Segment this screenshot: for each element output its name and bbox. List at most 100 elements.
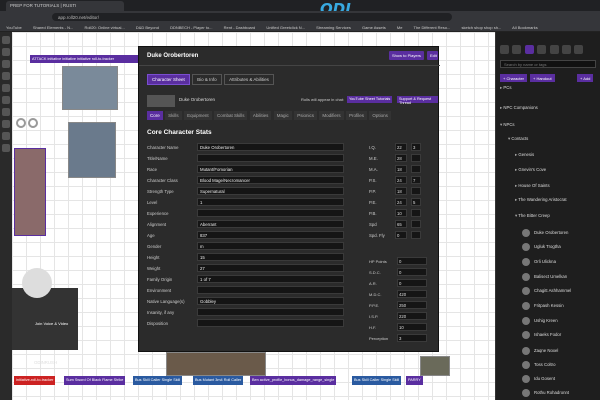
derived-value[interactable]: 0: [397, 268, 427, 276]
journal-folder[interactable]: Contacts: [508, 136, 600, 145]
field-input[interactable]: [197, 154, 344, 162]
derived-value[interactable]: 250: [397, 301, 427, 309]
bookmark[interactable]: Shared Elements - N...: [33, 25, 73, 30]
player-avatar-panel[interactable]: [12, 288, 78, 350]
attribute-mod[interactable]: 5: [411, 198, 421, 206]
tab-bio-info[interactable]: Bio & Info: [192, 74, 222, 85]
map-token[interactable]: [166, 352, 266, 376]
bookmark[interactable]: All Bookmarks: [512, 25, 538, 30]
show-to-players-button[interactable]: Show to Players: [389, 51, 424, 60]
bookmark[interactable]: Rent - Dashboard: [224, 25, 256, 30]
map-token[interactable]: [68, 122, 116, 178]
browser-tab[interactable]: PREP FOR TUTORIALS | RUSTI: [6, 1, 124, 11]
journal-folder[interactable]: The Wandering Aristocrat: [515, 197, 600, 206]
attribute-value[interactable]: 28: [395, 154, 407, 162]
journal-character[interactable]: Chagitt Ashhammel: [522, 287, 600, 296]
attribute-mod[interactable]: [411, 209, 421, 217]
macro-button[interactable]: Bus Mutant 3m4 Roll Caller: [193, 376, 244, 385]
journal-folder[interactable]: House Of Saints: [515, 183, 600, 192]
macro-button[interactable]: PARRY: [406, 376, 423, 385]
map-token[interactable]: [14, 148, 46, 236]
art-icon[interactable]: [512, 45, 522, 54]
field-input[interactable]: 837: [197, 231, 344, 239]
map-token[interactable]: [420, 356, 450, 376]
journal-character[interactable]: Fritpash Kessin: [522, 302, 600, 311]
macro-button[interactable]: Bus Skill Caller Single Skill: [352, 376, 402, 385]
journal-character[interactable]: Ushig Kreen: [522, 317, 600, 326]
bookmark[interactable]: Streaming Services: [316, 25, 351, 30]
compendium-icon[interactable]: [537, 45, 547, 54]
bookmark[interactable]: Unified Greetclick N...: [266, 25, 305, 30]
subtab-equipment[interactable]: Equipment: [184, 111, 212, 120]
subtab-options[interactable]: Options: [369, 111, 391, 120]
derived-value[interactable]: 420: [397, 290, 427, 298]
derived-value[interactable]: 0: [397, 257, 427, 265]
journal-folder[interactable]: NPCs: [500, 122, 596, 131]
field-select[interactable]: Aberrant: [197, 220, 344, 228]
journal-character[interactable]: Rothu Rohadronnt: [522, 389, 600, 398]
journal-character[interactable]: Duke Orobertoren: [522, 229, 600, 238]
attribute-mod[interactable]: [411, 154, 421, 162]
edit-button[interactable]: Edit: [427, 51, 438, 60]
derived-value[interactable]: 3: [397, 334, 427, 342]
tab-attributes[interactable]: Attributes & Abilities: [224, 74, 274, 85]
light-tool-icon[interactable]: [2, 132, 10, 140]
journal-character[interactable]: Toss Coltro: [522, 361, 600, 370]
macro-button[interactable]: Bus Skill Caller Single Skill: [133, 376, 183, 385]
collection-icon[interactable]: [561, 45, 571, 54]
field-input[interactable]: Duke Orobertoren: [197, 143, 344, 151]
field-input[interactable]: m: [197, 242, 344, 250]
attribute-mod[interactable]: [411, 220, 421, 228]
journal-folder[interactable]: Gnevin's Cove: [515, 167, 600, 176]
dice-tool-icon[interactable]: [2, 108, 10, 116]
add-folder-button[interactable]: + Add: [577, 74, 594, 82]
subtab-magic[interactable]: Magic: [273, 111, 292, 120]
journal-character[interactable]: Ishaeks Fodor: [522, 331, 600, 340]
token-action-bar[interactable]: ATTACK initiative initiative initiative …: [30, 55, 138, 63]
attribute-value[interactable]: 24: [395, 198, 407, 206]
map-token[interactable]: [62, 66, 118, 110]
bookmark[interactable]: D&D Beyond: [136, 25, 159, 30]
ruler-tool-icon[interactable]: [2, 84, 10, 92]
journal-character[interactable]: Orli Ulickna: [522, 258, 600, 267]
field-input[interactable]: [197, 308, 344, 316]
add-character-button[interactable]: + Character: [500, 74, 528, 82]
attribute-value[interactable]: 65: [395, 220, 407, 228]
attribute-mod[interactable]: [411, 165, 421, 173]
field-input[interactable]: 1 of 7: [197, 275, 344, 283]
attribute-value[interactable]: 24: [395, 176, 407, 184]
journal-character[interactable]: Zaqne Noxel: [522, 347, 600, 356]
bookmark[interactable]: The Different Reso...: [414, 25, 451, 30]
support-thread-button[interactable]: Support & Request Thread: [397, 96, 438, 105]
field-input[interactable]: Mutant/Fomorian: [197, 165, 344, 173]
layers-tool-icon[interactable]: [2, 120, 10, 128]
bookmark[interactable]: Roll20: Online virtual...: [84, 25, 124, 30]
macro-button[interactable]: Sum Sword Of Black Flame Strike: [64, 376, 126, 385]
subtab-combat-skills[interactable]: Combat Skills: [213, 111, 248, 120]
attribute-value[interactable]: 18: [395, 187, 407, 195]
attribute-value[interactable]: 0: [395, 231, 407, 239]
subtab-modifiers[interactable]: Modifiers: [319, 111, 344, 120]
attribute-mod[interactable]: 3: [411, 143, 421, 151]
derived-value[interactable]: 0: [397, 279, 427, 287]
youtube-tutorials-button[interactable]: YouTube Sheet Tutorials: [347, 96, 393, 103]
field-input[interactable]: [197, 209, 344, 217]
subtab-skills[interactable]: Skills: [165, 111, 182, 120]
attribute-mod[interactable]: [411, 231, 421, 239]
tab-character-sheet[interactable]: Character Sheet: [147, 74, 190, 85]
subtab-abilities[interactable]: Abilities: [249, 111, 272, 120]
pan-tool-icon[interactable]: [2, 48, 10, 56]
journal-icon[interactable]: [524, 45, 534, 54]
subtab-core[interactable]: Core: [147, 111, 163, 120]
journal-character[interactable]: Ugluk Trogtha: [522, 243, 600, 252]
join-voice-video[interactable]: Join Voice & Video: [35, 321, 68, 326]
draw-tool-icon[interactable]: [2, 60, 10, 68]
derived-value[interactable]: 220: [397, 312, 427, 320]
journal-search-input[interactable]: Search by name or tags: [500, 60, 596, 68]
field-input[interactable]: Blood Mage/Necromancer: [197, 176, 344, 184]
journal-folder[interactable]: The Bitter Creep: [515, 213, 600, 222]
field-select[interactable]: Supernatural: [197, 187, 344, 195]
field-input[interactable]: [197, 286, 344, 294]
field-input[interactable]: 1: [197, 198, 344, 206]
bookmark[interactable]: Game Assets: [362, 25, 386, 30]
